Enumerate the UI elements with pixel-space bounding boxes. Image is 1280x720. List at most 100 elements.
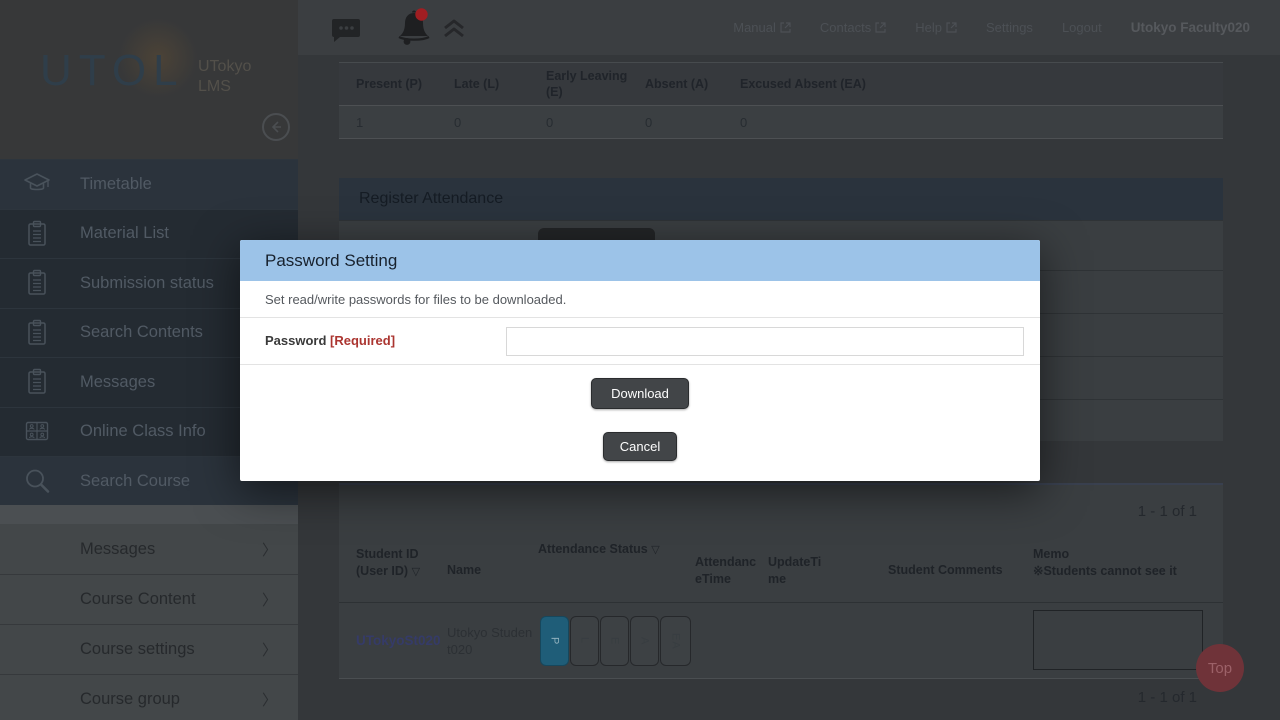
sidebar-item-timetable[interactable]: Timetable <box>0 159 298 209</box>
attendance-list-section: 1 - 1 of 1 Student ID (User ID) ▽ Name A… <box>339 483 1223 718</box>
password-label: Password <box>265 333 326 348</box>
sidebar-item-label: Course Content <box>80 590 196 609</box>
password-input[interactable] <box>506 327 1024 356</box>
student-id-link[interactable]: UTokyoSt020 <box>356 633 441 648</box>
modal-header: Password Setting <box>240 240 1040 281</box>
password-field-row: Password [Required] <box>240 318 1040 365</box>
summary-value-excused-absent: 0 <box>723 106 1223 138</box>
cancel-button[interactable]: Cancel <box>603 432 677 461</box>
column-header-label: UpdateTime <box>768 555 821 586</box>
pagination-label: 1 - 1 of 1 <box>1138 689 1197 706</box>
sidebar-item-label: Timetable <box>80 175 152 194</box>
status-button-excused-absent[interactable]: EA <box>660 616 691 666</box>
sort-icon[interactable]: ▽ <box>412 566 420 578</box>
collapse-topbar-chevrons-icon[interactable] <box>441 18 467 40</box>
scroll-to-top-button[interactable]: Top <box>1196 644 1244 692</box>
attendance-table-panel: 1 - 1 of 1 Student ID (User ID) ▽ Name A… <box>339 483 1223 679</box>
sidebar-item-course-messages[interactable]: Messages 〉 <box>0 524 298 574</box>
summary-header-early-leaving: Early Leaving (E) <box>529 63 628 105</box>
status-letter: L <box>579 637 591 644</box>
sort-icon[interactable]: ▽ <box>651 544 659 556</box>
top-button-label: Top <box>1208 660 1232 677</box>
summary-value-present: 1 <box>339 106 437 138</box>
clipboard-list-icon <box>22 367 52 397</box>
column-header-label: Student Comments <box>888 563 1003 577</box>
logo-area: UTOL UTokyo LMS <box>0 0 298 159</box>
link-label: Contacts <box>820 20 871 35</box>
modal-title: Password Setting <box>265 251 397 271</box>
sidebar-item-course-settings[interactable]: Course settings 〉 <box>0 624 298 674</box>
summary-header-excused-absent: Excused Absent (EA) <box>723 63 1223 105</box>
chevron-right-icon: 〉 <box>262 689 277 710</box>
column-header-update-time: UpdateTime <box>768 554 832 588</box>
settings-link[interactable]: Settings <box>986 20 1033 35</box>
column-header-student-comments: Student Comments <box>888 562 1028 579</box>
back-arrow-icon <box>269 120 283 134</box>
graduation-cap-icon <box>22 169 52 199</box>
summary-header-present: Present (P) <box>339 63 437 105</box>
topbar-links: Manual Contacts Help Settings Logout Uto… <box>733 0 1280 55</box>
clipboard-list-icon <box>22 268 52 298</box>
help-link[interactable]: Help <box>915 20 957 35</box>
password-label-wrap: Password [Required] <box>265 333 395 348</box>
required-badge: [Required] <box>330 333 395 348</box>
column-header-label: Attendance Status <box>538 542 648 556</box>
status-letter: P <box>549 637 561 645</box>
register-attendance-header: Register Attendance <box>339 178 1223 220</box>
status-letter: E <box>609 637 621 645</box>
summary-value-absent: 0 <box>628 106 723 138</box>
status-button-present[interactable]: P <box>540 616 569 666</box>
column-header-attendance-status[interactable]: Attendance Status ▽ <box>538 541 708 558</box>
logo-sub-line1: UTokyo <box>198 57 251 77</box>
contacts-link[interactable]: Contacts <box>820 20 886 35</box>
logo-sub-line2: LMS <box>198 77 251 97</box>
column-header-label: Memo <box>1033 546 1218 563</box>
column-header-note: ※Students cannot see it <box>1033 563 1218 580</box>
utol-logo: UTOL <box>40 46 185 96</box>
status-button-early-leaving[interactable]: E <box>600 616 629 666</box>
sidebar-item-label: Submission status <box>80 274 214 293</box>
attendance-summary-table: Present (P) Late (L) Early Leaving (E) A… <box>339 62 1223 139</box>
column-header-label: Name <box>447 563 481 577</box>
column-header-attendance-time: AttendanceTime <box>695 554 759 588</box>
student-row: UTokyoSt020 Utokyo Student020 P L E A EA <box>339 602 1223 679</box>
manual-link[interactable]: Manual <box>733 20 791 35</box>
download-button[interactable]: Download <box>591 378 689 409</box>
link-label: Logout <box>1062 20 1102 35</box>
sidebar-collapse-button[interactable] <box>262 113 290 141</box>
sidebar-item-label: Course group <box>80 690 180 709</box>
sidebar-item-course-content[interactable]: Course Content 〉 <box>0 574 298 624</box>
sidebar-item-course-group[interactable]: Course group 〉 <box>0 674 298 720</box>
summary-value-late: 0 <box>437 106 529 138</box>
sidebar-item-label: Search Course <box>80 472 190 491</box>
logout-link[interactable]: Logout <box>1062 20 1102 35</box>
notifications-bell-icon[interactable] <box>395 7 433 49</box>
section-title: Register Attendance <box>359 190 503 208</box>
student-name: Utokyo Student020 <box>447 624 535 658</box>
link-label: Settings <box>986 20 1033 35</box>
topbar: Manual Contacts Help Settings Logout Uto… <box>298 0 1280 55</box>
messages-bubble-icon[interactable] <box>331 16 361 44</box>
sidebar-course-menu-top <box>0 505 298 524</box>
chevron-right-icon: 〉 <box>262 589 277 610</box>
memo-textarea[interactable] <box>1033 610 1203 670</box>
sidebar-item-label: Material List <box>80 224 169 243</box>
column-header-label: AttendanceTime <box>695 555 756 586</box>
summary-value-early-leaving: 0 <box>529 106 628 138</box>
summary-header-row: Present (P) Late (L) Early Leaving (E) A… <box>339 63 1223 106</box>
summary-header-absent: Absent (A) <box>628 63 723 105</box>
clipboard-list-icon <box>22 219 52 249</box>
status-button-late[interactable]: L <box>570 616 599 666</box>
utol-logo-subtitle: UTokyo LMS <box>198 57 251 97</box>
column-header-label: Student ID (User ID) <box>356 547 419 578</box>
sidebar-item-label: Online Class Info <box>80 422 206 441</box>
column-header-student-id[interactable]: Student ID (User ID) ▽ <box>356 546 450 580</box>
link-label: Help <box>915 20 942 35</box>
status-button-absent[interactable]: A <box>630 616 659 666</box>
status-letter: EA <box>670 633 682 650</box>
link-label: Manual <box>733 20 776 35</box>
column-header-memo: Memo ※Students cannot see it <box>1033 546 1218 580</box>
external-link-icon <box>946 22 957 33</box>
sidebar-item-label: Course settings <box>80 640 195 659</box>
clipboard-list-icon <box>22 318 52 348</box>
